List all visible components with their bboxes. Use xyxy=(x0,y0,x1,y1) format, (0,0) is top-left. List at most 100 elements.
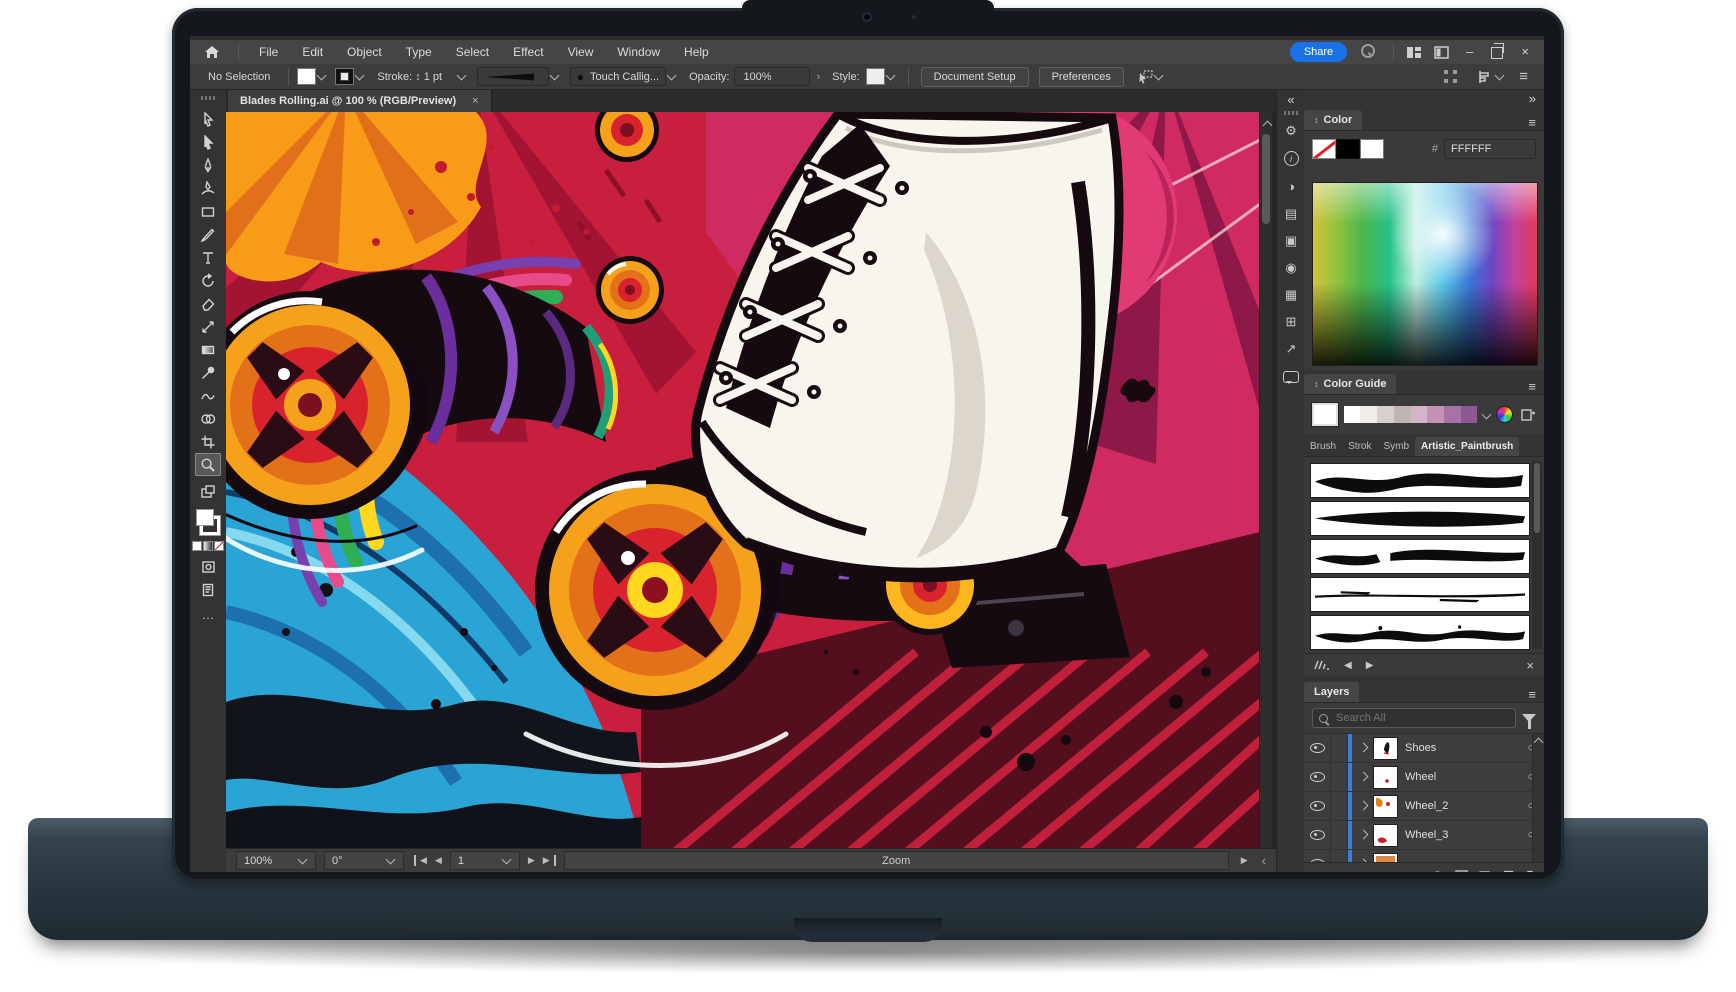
arrange-documents-icon[interactable] xyxy=(1406,46,1422,59)
export-icon[interactable]: ↗ xyxy=(1286,335,1297,362)
menu-edit[interactable]: Edit xyxy=(290,40,335,64)
last-artboard-icon[interactable]: ▶ xyxy=(539,855,556,866)
lock-cell[interactable] xyxy=(1331,763,1348,791)
artboard-doc-icon[interactable] xyxy=(195,578,221,601)
layer-thumbnail[interactable] xyxy=(1373,736,1398,760)
swatches-icon[interactable]: ▤ xyxy=(1285,200,1297,227)
stroke-weight-value[interactable]: 1 pt xyxy=(424,71,456,83)
color-panel-menu-icon[interactable]: ≡ xyxy=(1520,115,1544,130)
variable-width-profile[interactable] xyxy=(476,67,549,86)
layer-row-wheel-2[interactable]: Wheel_2 ○ xyxy=(1304,792,1544,821)
fill-stroke-indicator[interactable] xyxy=(196,509,221,536)
fill-color-swatch[interactable] xyxy=(297,68,317,85)
tab-brushes[interactable]: Brush xyxy=(1304,437,1342,456)
guide-dropdown-icon[interactable] xyxy=(1481,409,1492,420)
layers-menu-icon[interactable]: ≡ xyxy=(1520,687,1544,702)
pattern-icon[interactable]: ◉ xyxy=(1285,254,1296,281)
fill-dropdown-icon[interactable] xyxy=(316,70,327,81)
canvas-vertical-scrollbar[interactable] xyxy=(1259,112,1273,848)
expand-layer-icon[interactable] xyxy=(1358,829,1369,839)
preferences-button[interactable]: Preferences xyxy=(1038,66,1124,87)
control-panel-menu-icon[interactable]: ≡ xyxy=(1519,68,1528,85)
opacity-more[interactable]: › xyxy=(810,71,826,83)
tool-eyedropper[interactable] xyxy=(195,361,221,384)
share-button[interactable]: Share xyxy=(1289,41,1348,62)
menu-help[interactable]: Help xyxy=(672,40,721,64)
scrollbar-thumb[interactable] xyxy=(1262,134,1270,224)
zoom-level-select[interactable]: 100% xyxy=(236,851,316,870)
layer-name[interactable]: Wheel xyxy=(1405,771,1518,783)
visibility-cell[interactable] xyxy=(1304,850,1331,862)
guide-swatch[interactable] xyxy=(1460,406,1478,423)
brush-list-scrollbar[interactable] xyxy=(1532,461,1542,649)
align-dropdown-icon[interactable] xyxy=(1494,70,1505,81)
tool-curvature[interactable] xyxy=(195,177,221,200)
color-spectrum[interactable] xyxy=(1312,182,1538,366)
tool-direct-selection[interactable] xyxy=(195,131,221,154)
save-group-icon[interactable] xyxy=(1521,408,1536,422)
strip-drag-handle[interactable] xyxy=(1284,111,1298,115)
new-layer-icon[interactable] xyxy=(1501,870,1514,872)
info-icon[interactable]: i xyxy=(1283,151,1299,166)
document-setup-button[interactable]: Document Setup xyxy=(920,66,1029,87)
guide-swatch[interactable] xyxy=(1360,406,1378,423)
expand-layer-icon[interactable] xyxy=(1358,858,1369,862)
width-profile-dropdown-icon[interactable] xyxy=(549,70,560,81)
style-dropdown-icon[interactable] xyxy=(885,70,896,81)
collapse-panels-icon[interactable]: « xyxy=(1287,92,1294,107)
home-icon[interactable] xyxy=(204,45,220,59)
comments-icon[interactable] xyxy=(1283,371,1299,384)
layers-scrollbar[interactable] xyxy=(1532,734,1544,862)
add-panel-icon[interactable]: ⊞ xyxy=(1286,308,1297,335)
guide-swatch[interactable] xyxy=(1393,406,1411,423)
brush-definition[interactable]: ● Touch Callig... xyxy=(569,67,667,86)
visibility-cell[interactable] xyxy=(1304,763,1331,791)
new-sublayer-icon[interactable] xyxy=(1478,870,1491,872)
black-swatch[interactable] xyxy=(1336,139,1360,159)
layer-thumbnail[interactable] xyxy=(1373,794,1398,818)
adjust-icon[interactable]: ◑ xyxy=(1287,173,1295,200)
selection-options-icon[interactable] xyxy=(1136,69,1153,84)
search-icon[interactable] xyxy=(1361,43,1376,63)
stroke-dropdown-icon[interactable] xyxy=(354,70,365,81)
status-expand-icon[interactable]: ▶ xyxy=(1237,855,1252,866)
color-wheel-icon[interactable] xyxy=(1496,406,1514,423)
first-artboard-icon[interactable]: ◀ xyxy=(414,855,431,866)
menu-view[interactable]: View xyxy=(556,40,606,64)
layers-search-box[interactable] xyxy=(1312,708,1516,728)
restore-button[interactable] xyxy=(1491,43,1505,59)
document-tab-close-icon[interactable]: × xyxy=(472,95,478,107)
tab-symbols[interactable]: Symb xyxy=(1377,437,1415,456)
screen-mode-icon[interactable] xyxy=(195,480,221,503)
panel-collapse-icon[interactable]: ↕ xyxy=(1314,379,1319,389)
clipping-mask-icon[interactable] xyxy=(1455,869,1468,872)
visibility-cell[interactable] xyxy=(1304,734,1331,762)
touch-workspace-icon[interactable] xyxy=(1443,69,1458,84)
layer-name[interactable]: Wheel_2 xyxy=(1405,800,1518,812)
close-button[interactable]: × xyxy=(1512,44,1538,59)
previous-brush-icon[interactable]: ◀ xyxy=(1344,660,1352,671)
layer-name[interactable]: Wheel_3 xyxy=(1405,829,1518,841)
tool-zoom[interactable] xyxy=(195,453,221,476)
menu-type[interactable]: Type xyxy=(394,40,444,64)
grid-icon[interactable]: ▦ xyxy=(1285,281,1297,308)
menu-file[interactable]: File xyxy=(247,40,290,64)
base-color-swatch[interactable] xyxy=(1311,402,1339,427)
workspace-switcher-icon[interactable] xyxy=(1434,46,1449,59)
selection-options-dropdown-icon[interactable] xyxy=(1153,70,1164,81)
filter-icon[interactable] xyxy=(1522,714,1536,729)
next-artboard-icon[interactable]: ▶ xyxy=(524,855,539,866)
guide-swatch[interactable] xyxy=(1443,406,1461,423)
brush-item[interactable] xyxy=(1310,615,1530,650)
guide-swatch[interactable] xyxy=(1377,406,1394,423)
color-button[interactable] xyxy=(192,541,202,551)
layer-row-wheel[interactable]: Wheel ○ xyxy=(1304,763,1544,792)
tool-rotate[interactable] xyxy=(195,269,221,292)
menu-object[interactable]: Object xyxy=(335,40,394,64)
white-swatch[interactable] xyxy=(1360,139,1384,159)
color-guide-menu-icon[interactable]: ≡ xyxy=(1520,379,1544,394)
visibility-cell[interactable] xyxy=(1304,821,1331,849)
tool-artboard[interactable] xyxy=(195,430,221,453)
layer-thumbnail[interactable] xyxy=(1373,852,1398,862)
menu-effect[interactable]: Effect xyxy=(501,40,555,64)
